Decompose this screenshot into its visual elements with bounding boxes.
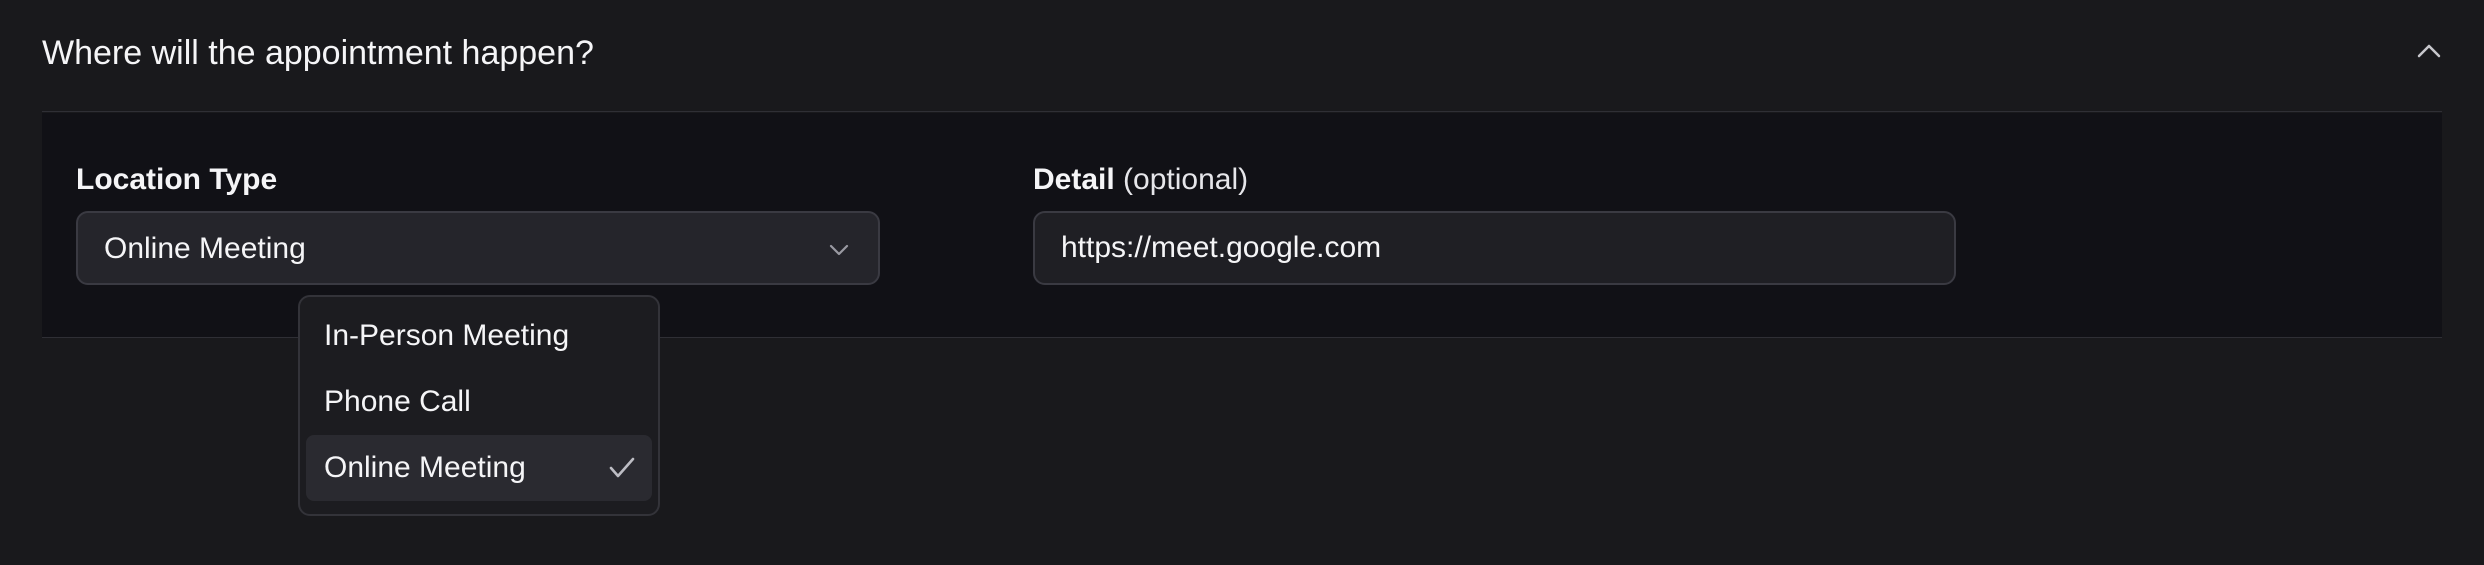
option-in-person-meeting[interactable]: In-Person Meeting: [306, 303, 652, 369]
option-label: Online Meeting: [324, 451, 526, 484]
section-header[interactable]: Where will the appointment happen?: [42, 0, 2442, 112]
chevron-up-icon: [2417, 44, 2441, 58]
location-type-selected-value: Online Meeting: [104, 232, 306, 265]
option-phone-call[interactable]: Phone Call: [306, 369, 652, 435]
location-type-select[interactable]: Online Meeting: [76, 211, 880, 285]
chevron-down-icon: [829, 244, 849, 256]
location-type-label: Location Type: [76, 163, 278, 196]
detail-label: Detail (optional): [1033, 162, 1248, 198]
optional-hint: (optional): [1123, 163, 1249, 196]
location-type-dropdown-menu: In-Person Meeting Phone Call Online Meet…: [298, 295, 660, 516]
section-title: Where will the appointment happen?: [42, 34, 594, 72]
detail-label-text: Detail: [1033, 163, 1115, 196]
option-label: In-Person Meeting: [324, 319, 570, 352]
appointment-location-page: Where will the appointment happen? Locat…: [0, 0, 2484, 565]
option-online-meeting[interactable]: Online Meeting: [306, 435, 652, 501]
check-icon: [609, 457, 635, 478]
option-label: Phone Call: [324, 385, 471, 418]
detail-input[interactable]: [1033, 211, 1956, 285]
collapse-button[interactable]: [2412, 34, 2446, 68]
